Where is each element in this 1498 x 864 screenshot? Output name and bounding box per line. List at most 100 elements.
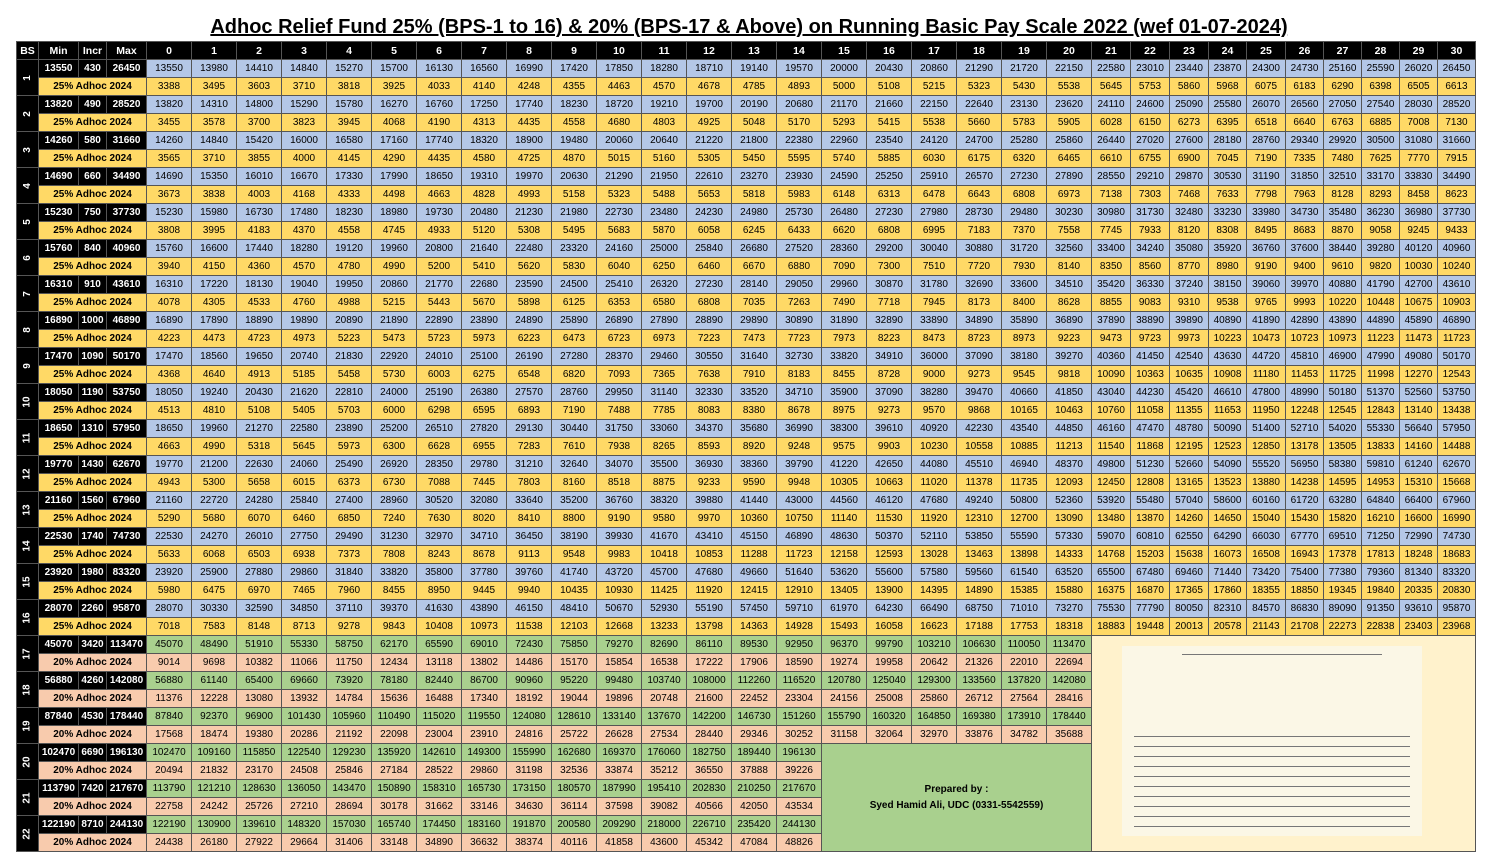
adhoc-value-cell: 4990	[191, 437, 237, 456]
header-cell: 5	[371, 41, 417, 60]
adhoc-value-cell: 4533	[236, 293, 282, 312]
header-cell: 7	[461, 41, 507, 60]
min-pay-cell: 19770	[38, 455, 79, 474]
adhoc-value-cell: 9545	[1001, 365, 1047, 384]
pay-value-cell: 29460	[641, 347, 687, 366]
adhoc-value-cell: 4785	[731, 77, 777, 96]
pay-value-cell: 16560	[461, 59, 507, 78]
pay-value-cell: 24730	[1285, 59, 1324, 78]
adhoc-value-cell: 29346	[731, 725, 777, 744]
header-cell: 15	[821, 41, 867, 60]
adhoc-value-cell: 11020	[911, 473, 957, 492]
adhoc-value-cell: 20494	[146, 761, 192, 780]
adhoc-value-cell: 35212	[641, 761, 687, 780]
adhoc-value-cell: 5170	[776, 113, 822, 132]
adhoc-value-cell: 5293	[821, 113, 867, 132]
adhoc-value-cell: 6643	[956, 185, 1002, 204]
pay-value-cell: 41790	[1361, 275, 1400, 294]
adhoc-label-cell: 25% Adhoc 2024	[38, 113, 147, 132]
adhoc-value-cell: 27210	[281, 797, 327, 816]
pay-value-cell: 17740	[506, 95, 552, 114]
header-cell: Min	[38, 41, 79, 60]
adhoc-value-cell: 41858	[596, 833, 642, 852]
pay-value-cell: 16010	[236, 167, 282, 186]
adhoc-value-cell: 19044	[551, 689, 597, 708]
pay-value-cell: 23270	[731, 167, 777, 186]
adhoc-value-cell: 17340	[461, 689, 507, 708]
adhoc-value-cell: 33148	[371, 833, 417, 852]
adhoc-value-cell: 9868	[956, 401, 1002, 420]
pay-value-cell: 46610	[1208, 383, 1247, 402]
adhoc-value-cell: 32970	[911, 725, 957, 744]
adhoc-value-cell: 12195	[1169, 437, 1209, 456]
pay-value-cell: 35080	[1169, 239, 1209, 258]
pay-value-cell: 124080	[506, 707, 552, 726]
pay-value-cell: 27820	[461, 419, 507, 438]
adhoc-value-cell: 8173	[956, 293, 1002, 312]
pay-value-cell: 20860	[911, 59, 957, 78]
min-pay-cell: 13820	[38, 95, 79, 114]
pay-value-cell: 50180	[1323, 383, 1362, 402]
adhoc-label-cell: 25% Adhoc 2024	[38, 581, 147, 600]
pay-value-cell: 73420	[1246, 563, 1286, 582]
increment-cell: 1740	[78, 527, 107, 546]
pay-value-cell: 34710	[461, 527, 507, 546]
pay-value-cell: 79360	[1361, 563, 1400, 582]
pay-value-cell: 128630	[236, 779, 282, 798]
max-pay-cell: 57950	[106, 419, 147, 438]
adhoc-value-cell: 24242	[191, 797, 237, 816]
adhoc-value-cell: 6353	[596, 293, 642, 312]
adhoc-value-cell: 6808	[1001, 185, 1047, 204]
pay-value-cell: 34240	[1130, 239, 1170, 258]
adhoc-value-cell: 6068	[191, 545, 237, 564]
pay-value-cell: 29890	[731, 311, 777, 330]
adhoc-value-cell: 6548	[506, 365, 552, 384]
pay-value-cell: 29210	[1130, 167, 1170, 186]
adhoc-value-cell: 4360	[236, 257, 282, 276]
adhoc-value-cell: 7240	[371, 509, 417, 528]
bps-number: 6	[21, 254, 33, 261]
pay-value-cell: 62550	[1169, 527, 1209, 546]
adhoc-value-cell: 7938	[596, 437, 642, 456]
pay-row: 17 45070 3420 113470 45070 48490 51910 55330 587…	[16, 635, 1476, 852]
adhoc-value-cell: 6820	[551, 365, 597, 384]
pay-value-cell: 30440	[551, 419, 597, 438]
pay-value-cell: 27020	[1130, 131, 1170, 150]
adhoc-value-cell: 40116	[551, 833, 597, 852]
adhoc-value-cell: 14953	[1361, 473, 1400, 492]
pay-value-cell: 41740	[551, 563, 597, 582]
pay-value-cell: 29860	[281, 563, 327, 582]
pay-value-cell: 136050	[281, 779, 327, 798]
bps-number: 13	[21, 503, 33, 516]
adhoc-value-cell: 24438	[146, 833, 192, 852]
adhoc-value-cell: 7263	[776, 293, 822, 312]
min-pay-cell: 28070	[38, 599, 79, 618]
pay-value-cell: 26510	[416, 419, 462, 438]
adhoc-value-cell: 16870	[1130, 581, 1170, 600]
increment-cell: 1980	[78, 563, 107, 582]
pay-value-cell: 24500	[551, 275, 597, 294]
adhoc-value-cell: 18590	[776, 653, 822, 672]
adhoc-label-cell: 20% Adhoc 2024	[38, 761, 147, 780]
adhoc-value-cell: 9548	[551, 545, 597, 564]
adhoc-value-cell: 8400	[1001, 293, 1047, 312]
adhoc-value-cell: 11538	[506, 617, 552, 636]
min-pay-cell: 14260	[38, 131, 79, 150]
adhoc-value-cell: 12543	[1437, 365, 1476, 384]
pay-value-cell: 133560	[956, 671, 1002, 690]
pay-value-cell: 27280	[551, 347, 597, 366]
pay-value-cell: 48780	[1169, 419, 1209, 438]
adhoc-value-cell: 6938	[281, 545, 327, 564]
bps-number: 1	[21, 74, 33, 81]
pay-value-cell: 112260	[731, 671, 777, 690]
adhoc-value-cell: 10382	[236, 653, 282, 672]
bps-cell: 17	[16, 635, 39, 672]
pay-row: 13 21160 1560 67960 21160 22720 24280 25840 2740…	[16, 491, 1476, 528]
pay-value-cell: 16000	[281, 131, 327, 150]
adhoc-value-cell: 8350	[1091, 257, 1131, 276]
pay-value-cell: 57580	[911, 563, 957, 582]
pay-row: 7 16310 910 43610 16310 17220 18130 19040 19950 2…	[16, 275, 1476, 312]
pay-value-cell: 19120	[326, 239, 372, 258]
pay-value-cell: 75850	[551, 635, 597, 654]
pay-value-cell: 17470	[146, 347, 192, 366]
